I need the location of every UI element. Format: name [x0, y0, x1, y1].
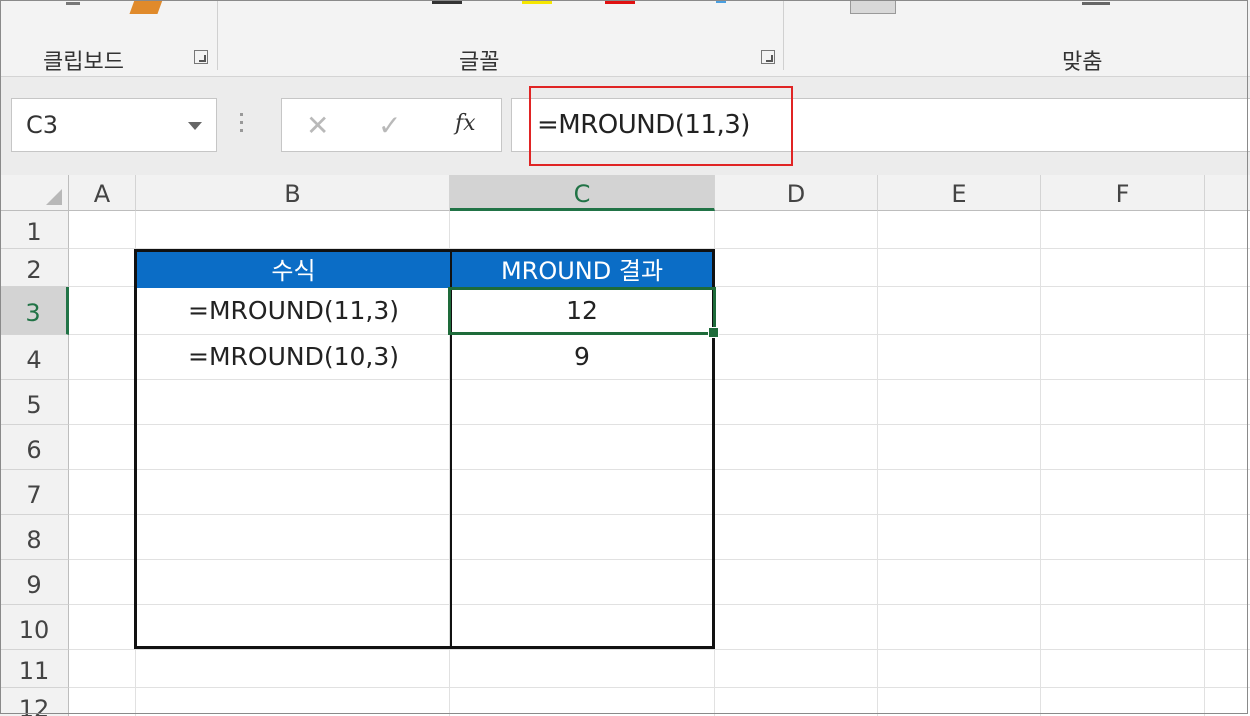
row-header-4[interactable]: 4: [0, 335, 69, 380]
row-header-1[interactable]: 1: [0, 211, 69, 249]
font-launcher-icon[interactable]: [761, 50, 775, 64]
row-header-9[interactable]: 9: [0, 560, 69, 605]
format-painter-icon[interactable]: [129, 0, 163, 14]
column-header-f[interactable]: F: [1041, 175, 1205, 211]
name-box[interactable]: C3: [11, 98, 217, 152]
align-icon[interactable]: [1082, 2, 1110, 5]
row-header-12[interactable]: 12: [0, 688, 69, 716]
table-cell-formula-1[interactable]: =MROUND(11,3): [137, 296, 450, 325]
column-header-a[interactable]: A: [69, 175, 136, 211]
worksheet-grid[interactable]: A B C D E F 1 2 3 4 5 6 7 8 9 10 11 12 수…: [0, 175, 1250, 716]
group-label-font: 글꼴: [459, 50, 500, 75]
insert-function-icon[interactable]: fx: [455, 111, 476, 136]
paste-dropdown-icon[interactable]: [66, 2, 80, 5]
formula-buttons: ✕ ✓ fx: [281, 98, 502, 152]
row-header-3[interactable]: 3: [0, 287, 69, 335]
row-header-2[interactable]: 2: [0, 249, 69, 287]
chevron-down-icon[interactable]: [188, 122, 202, 130]
column-header-c[interactable]: C: [450, 175, 715, 211]
group-separator: [783, 0, 784, 70]
row-header-5[interactable]: 5: [0, 380, 69, 425]
group-label-alignment: 맞춤: [1062, 50, 1103, 75]
select-all-button[interactable]: [0, 175, 69, 211]
table-cell-result-2[interactable]: 9: [452, 342, 712, 371]
row-header-6[interactable]: 6: [0, 425, 69, 470]
highlight-box: [529, 86, 793, 166]
column-header-d[interactable]: D: [715, 175, 878, 211]
table-header-formula[interactable]: 수식: [137, 252, 450, 288]
row-header-7[interactable]: 7: [0, 470, 69, 515]
cancel-icon[interactable]: ✕: [306, 109, 329, 142]
table-header-result[interactable]: MROUND 결과: [452, 252, 712, 288]
group-separator: [217, 0, 218, 70]
wrap-text-icon[interactable]: [850, 0, 896, 14]
row-header-11[interactable]: 11: [0, 650, 69, 688]
name-box-value: C3: [26, 111, 59, 139]
gridline: [69, 649, 1250, 650]
fill-color-icon[interactable]: [522, 0, 552, 4]
group-label-clipboard: 클립보드: [43, 50, 124, 75]
resize-handle-icon[interactable]: [240, 113, 244, 137]
gridline: [69, 687, 1250, 688]
row-header-10[interactable]: 10: [0, 605, 69, 650]
column-header-e[interactable]: E: [878, 175, 1041, 211]
column-header-next[interactable]: [1205, 175, 1250, 211]
font-color-icon[interactable]: [432, 1, 462, 4]
active-cell-c3[interactable]: [448, 287, 719, 338]
clipboard-launcher-icon[interactable]: [194, 50, 208, 64]
table-cell-formula-2[interactable]: =MROUND(10,3): [137, 342, 450, 371]
text-color-icon[interactable]: [605, 0, 635, 4]
phonetic-icon[interactable]: [716, 0, 726, 3]
row-header-8[interactable]: 8: [0, 515, 69, 560]
enter-icon[interactable]: ✓: [378, 109, 401, 142]
ribbon: 클립보드 글꼴 맞춤: [0, 0, 1250, 77]
column-header-b[interactable]: B: [136, 175, 450, 211]
fill-handle[interactable]: [708, 327, 719, 338]
